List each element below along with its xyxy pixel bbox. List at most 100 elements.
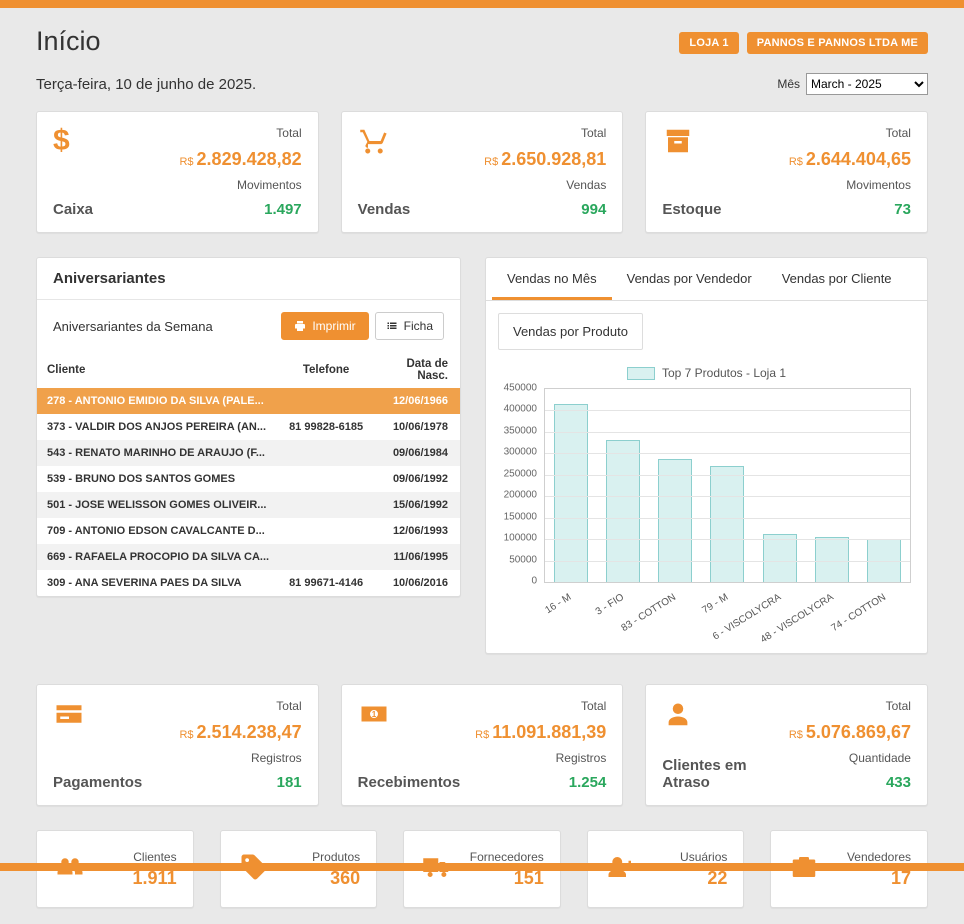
subtab-vendas-por-produto[interactable]: Vendas por Produto [498, 313, 643, 350]
total-label: Total [475, 699, 606, 713]
count-label: Movimentos [789, 178, 911, 192]
chart-plot [544, 388, 911, 583]
y-tick-label: 300000 [504, 447, 537, 458]
birthdays-card: Aniversariantes Aniversariantes da Seman… [36, 257, 461, 597]
y-tick-label: 50000 [509, 554, 537, 565]
col-cliente: Cliente [37, 352, 279, 388]
tab-vendas-por-cliente[interactable]: Vendas por Cliente [767, 258, 907, 300]
bar-chart: 0 50000 100000 150000 200000 250000 300000 3500… [486, 388, 927, 635]
col-nascimento: Data de Nasc. [373, 352, 460, 388]
total-label: Total [179, 699, 301, 713]
table-row[interactable]: 539 - BRUNO DOS SANTOS GOMES09/06/1992 [37, 466, 460, 492]
total-amount: R$2.644.404,65 [789, 149, 911, 170]
chart-x-label: 3 - FIO [593, 592, 625, 618]
box-icon [662, 126, 721, 158]
mini-label: Clientes [133, 850, 177, 864]
col-telefone: Telefone [279, 352, 373, 388]
count-value: 181 [179, 774, 301, 791]
pagamentos-card: Pagamentos Total R$2.514.238,47 Registro… [36, 684, 319, 806]
page-title: Início [36, 26, 101, 57]
birthdays-table: Cliente Telefone Data de Nasc. 278 - ANT… [37, 352, 460, 596]
y-tick-label: 250000 [504, 468, 537, 479]
chart-x-label: 16 - M [543, 592, 573, 616]
sales-panel: Vendas no Mês Vendas por Vendedor Vendas… [485, 257, 928, 654]
count-label: Quantidade [789, 751, 911, 765]
dollar-icon: $ [53, 126, 93, 158]
card-title: Caixa [53, 201, 93, 218]
printer-icon [294, 320, 306, 332]
total-amount: R$11.091.881,39 [475, 722, 606, 743]
table-row[interactable]: 278 - ANTONIO EMIDIO DA SILVA (PALE...12… [37, 388, 460, 414]
date-row: Terça-feira, 10 de junho de 2025. Mês Ma… [36, 73, 928, 95]
mini-label: Fornecedores [470, 850, 544, 864]
mini-label: Vendedores [847, 850, 911, 864]
y-tick-label: 100000 [504, 533, 537, 544]
mini-label: Produtos [312, 850, 360, 864]
y-tick-label: 0 [531, 576, 537, 587]
legend-label: Top 7 Produtos - Loja 1 [662, 366, 786, 380]
chart-x-labels: 16 - M3 - FIO83 - COTTON79 - M6 - VISCOL… [544, 583, 911, 635]
total-label: Total [789, 126, 911, 140]
y-tick-label: 150000 [504, 511, 537, 522]
table-row[interactable]: 543 - RENATO MARINHO DE ARAUJO (F...09/0… [37, 440, 460, 466]
store-badge[interactable]: LOJA 1 [679, 32, 738, 54]
card-title: Recebimentos [358, 774, 461, 791]
bottom-accent-bar [0, 863, 964, 871]
svg-text:1: 1 [371, 710, 376, 719]
total-label: Total [179, 126, 301, 140]
top-stat-cards: $ Caixa Total R$2.829.428,82 Movimentos … [36, 111, 928, 233]
count-value: 433 [789, 774, 911, 791]
table-row[interactable]: 309 - ANA SEVERINA PAES DA SILVA81 99671… [37, 570, 460, 596]
chart-x-label: 79 - M [701, 592, 731, 616]
table-row[interactable]: 669 - RAFAELA PROCOPIO DA SILVA CA...11/… [37, 544, 460, 570]
sales-tabs: Vendas no Mês Vendas por Vendedor Vendas… [486, 258, 927, 301]
chart-bars [545, 389, 910, 582]
card-title: Clientes em Atraso [662, 757, 788, 791]
estoque-card: Estoque Total R$2.644.404,65 Movimentos … [645, 111, 928, 233]
total-amount: R$2.514.238,47 [179, 722, 301, 743]
middle-section: Aniversariantes Aniversariantes da Seman… [36, 257, 928, 654]
month-filter: Mês March - 2025 [777, 73, 928, 95]
legend-swatch [627, 367, 655, 380]
table-row[interactable]: 373 - VALDIR DOS ANJOS PEREIRA (AN...81 … [37, 414, 460, 440]
chart-bar [710, 466, 744, 582]
money-bill-icon: 1 [358, 699, 461, 731]
count-value: 994 [484, 201, 606, 218]
page-content: Início LOJA 1 PANNOS E PANNOS LTDA ME Te… [0, 0, 964, 924]
tab-vendas-por-vendedor[interactable]: Vendas por Vendedor [612, 258, 767, 300]
total-amount: R$5.076.869,67 [789, 722, 911, 743]
count-value: 1.497 [179, 201, 301, 218]
ficha-button[interactable]: Ficha [375, 312, 444, 340]
vendas-card: Vendas Total R$2.650.928,81 Vendas 994 [341, 111, 624, 233]
y-tick-label: 400000 [504, 404, 537, 415]
card-title: Pagamentos [53, 774, 142, 791]
table-row[interactable]: 709 - ANTONIO EDSON CAVALCANTE D...12/06… [37, 518, 460, 544]
tab-vendas-no-mes[interactable]: Vendas no Mês [492, 258, 612, 300]
chart-y-axis: 0500001000001500002000002500003000003500… [490, 388, 544, 583]
total-label: Total [789, 699, 911, 713]
total-amount: R$2.829.428,82 [179, 149, 301, 170]
cart-icon [358, 126, 411, 158]
company-badge[interactable]: PANNOS E PANNOS LTDA ME [747, 32, 928, 54]
print-button[interactable]: Imprimir [281, 312, 368, 340]
credit-card-icon [53, 699, 142, 731]
card-title: Vendas [358, 201, 411, 218]
total-label: Total [484, 126, 606, 140]
card-title: Estoque [662, 201, 721, 218]
header: Início LOJA 1 PANNOS E PANNOS LTDA ME [36, 26, 928, 57]
top-accent-bar [0, 0, 964, 8]
caixa-card: $ Caixa Total R$2.829.428,82 Movimentos … [36, 111, 319, 233]
person-icon [662, 699, 788, 731]
birthdays-subtitle: Aniversariantes da Semana [53, 319, 213, 334]
count-label: Vendas [484, 178, 606, 192]
y-tick-label: 350000 [504, 425, 537, 436]
mid-stat-cards: Pagamentos Total R$2.514.238,47 Registro… [36, 684, 928, 806]
header-badges: LOJA 1 PANNOS E PANNOS LTDA ME [679, 32, 928, 54]
chart-legend: Top 7 Produtos - Loja 1 [486, 366, 927, 380]
chart-bar [658, 459, 692, 582]
month-select[interactable]: March - 2025 [806, 73, 928, 95]
y-tick-label: 450000 [504, 383, 537, 394]
chart-bar [763, 534, 797, 582]
table-row[interactable]: 501 - JOSE WELISSON GOMES OLIVEIR...15/0… [37, 492, 460, 518]
y-tick-label: 200000 [504, 490, 537, 501]
